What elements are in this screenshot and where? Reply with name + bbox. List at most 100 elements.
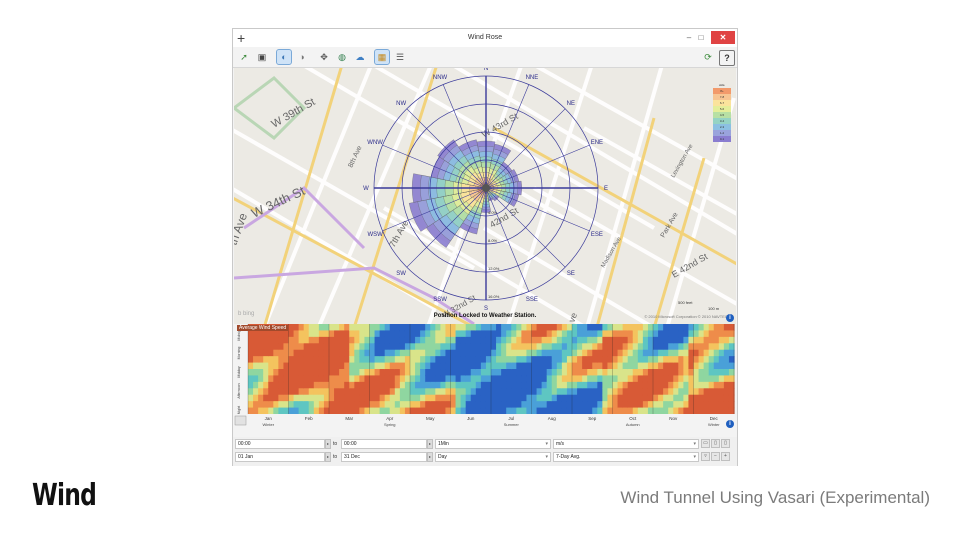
close-button[interactable]: ✕ [711,31,735,44]
heat-cell [263,401,269,409]
heat-cell [404,343,411,351]
heat-cell [516,401,522,409]
heat-cell [283,401,290,409]
heat-cell [582,407,588,415]
average-value: 7-Day Avg. [556,454,581,460]
heat-cell [637,336,644,344]
heat-cell [435,330,441,338]
heat-cell [688,369,695,377]
zoom-in-button[interactable]: + [721,452,730,461]
heatmap-info-icon[interactable]: i [726,420,734,428]
heat-cell [303,369,310,377]
heat-cell [673,330,679,338]
heat-cell [617,356,624,364]
heat-cell [521,369,528,377]
minimize-button[interactable]: – [683,31,695,44]
time-from-field[interactable]: 00:00 [235,439,325,449]
heat-cell [632,401,639,409]
list-icon[interactable]: ☰ [393,50,407,64]
bar-view-alt-button[interactable]: ▯ [711,439,720,448]
filter-button[interactable]: ▿ [701,452,710,461]
month-label: Jun [467,416,475,421]
save-icon[interactable]: ▣ [255,50,269,64]
heat-cell [647,343,654,351]
heat-cell [536,381,543,389]
heat-cell [607,336,614,344]
heat-cell [637,407,644,415]
export-icon[interactable]: ➚ [237,50,251,64]
period-select[interactable]: Day ▾ [435,452,551,462]
date-to-field[interactable]: 31 Dec [341,452,427,462]
heat-cell [344,336,350,344]
time-to-spinner[interactable]: ▸ [427,439,433,449]
pan-icon[interactable]: ✥ [317,50,331,64]
heat-cell [678,356,684,364]
heat-cell [288,362,295,370]
interval-select[interactable]: 1Min ▾ [435,439,551,449]
heat-cell [658,349,664,357]
heat-cell [399,324,406,332]
time-to-field[interactable]: 00:00 [341,439,427,449]
heat-cell [678,375,684,383]
map-view[interactable]: W 39th St W 34th St 8th Ave 7th Ave W 43rd S… [234,68,736,324]
date-from-field[interactable]: 01 Jan [235,452,325,462]
heat-cell [465,375,472,383]
heat-cell [485,349,492,357]
heat-cell [430,407,436,415]
heat-cell [526,375,533,383]
chart-icon[interactable]: ▦ [374,49,390,65]
heat-cell [688,336,695,344]
units-select[interactable]: m/s ▾ [553,439,699,449]
heat-cell [339,381,345,389]
heat-cell [546,336,553,344]
date-to-label: to [333,454,338,460]
average-select[interactable]: 7-Day Avg. ▾ [553,452,699,462]
heat-cell [632,324,639,332]
globe-icon[interactable]: ◍ [335,50,349,64]
date-to-spinner[interactable]: ▸ [427,452,433,462]
heat-cell [501,336,507,344]
date-from-spinner[interactable]: ▸ [325,452,331,462]
time-from-spinner[interactable]: ▸ [325,439,331,449]
bar-view-button[interactable]: ▭ [701,439,710,448]
zoom-out-button[interactable]: − [711,452,720,461]
heat-cell [389,356,396,364]
map-view-icon[interactable]: ◐ [276,49,292,65]
heat-cell [491,407,497,415]
heat-cell [688,362,695,370]
heat-cell [668,388,674,396]
heat-cell [268,407,274,415]
heat-cell [445,356,452,364]
heat-cell [728,388,735,396]
heat-cell [359,349,366,357]
street-label: Park Ave [660,211,680,239]
heat-cell [253,330,259,338]
heat-cell [683,324,690,332]
heat-cell [506,369,512,377]
maximize-button[interactable]: □ [695,31,707,44]
refresh-icon[interactable]: ⟳ [701,50,715,64]
heat-cell [399,394,406,402]
heat-cell [313,356,320,364]
heat-cell [556,375,563,383]
heat-cell [379,343,386,351]
3d-view-icon[interactable]: ◑ [295,50,309,64]
heat-cell [308,401,315,409]
heat-cell [572,330,578,338]
weather-station-icon[interactable]: ☁ [353,50,367,64]
map-info-icon[interactable]: i [726,314,734,322]
time-to-value: 00:00 [344,441,357,447]
heat-cell [551,375,558,383]
heat-cell [496,394,502,402]
heat-cell [728,324,735,332]
help-icon[interactable]: ? [719,50,735,66]
heat-cell [435,381,441,389]
heat-toggle-button[interactable] [234,415,247,426]
heat-cell [323,336,330,344]
heat-cell [708,356,715,364]
heat-cell [688,388,695,396]
heat-cell [369,324,376,332]
heat-cell [556,343,563,351]
heat-cell [688,407,695,415]
step-view-button[interactable]: ▯ [721,439,730,448]
